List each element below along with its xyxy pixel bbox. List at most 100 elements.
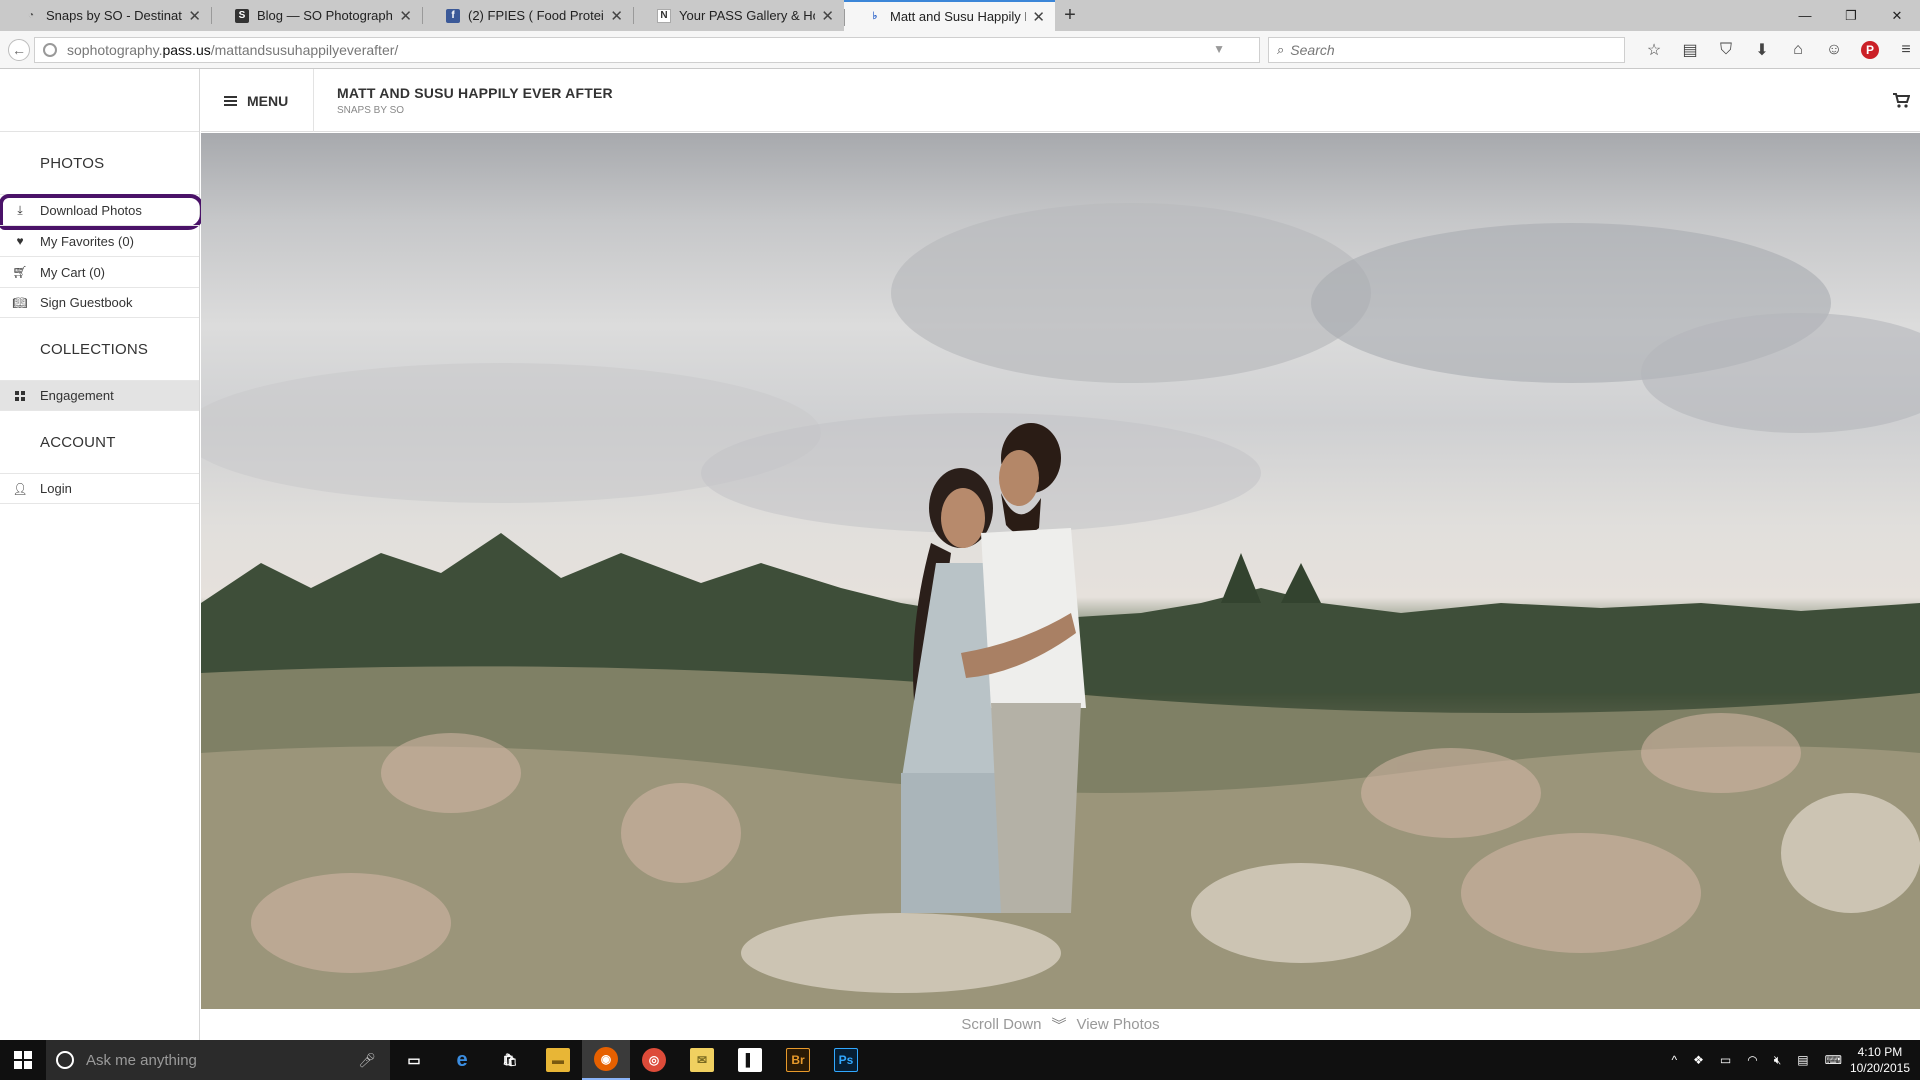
search-placeholder: Search (1290, 42, 1335, 58)
sidebar-item-label: Login (40, 481, 72, 496)
sidebar-item-engagement[interactable]: Engagement (0, 380, 199, 411)
toolbar-icons: ☆ ▤ ⛉ ⬇ ⌂ ☺ P ≡ (1636, 39, 1920, 61)
new-tab-button[interactable]: + (1055, 0, 1085, 31)
browser-tab-1[interactable]: ◔ Snaps by SO - Destination ... ✕ (0, 0, 211, 31)
windows-taskbar: Ask me anything 🎤︎ ▭ e 🛍︎ ▬ ◉ ◎ ✉ ▌ Br P… (0, 1040, 1920, 1080)
sidebar-header (0, 69, 199, 132)
task-view-button[interactable]: ▭ (390, 1040, 438, 1080)
close-icon[interactable]: ✕ (1032, 8, 1045, 26)
start-button[interactable] (0, 1040, 46, 1080)
hamburger-menu-icon[interactable]: ≡ (1888, 39, 1920, 61)
microphone-icon[interactable]: 🎤︎ (358, 1052, 376, 1069)
close-icon[interactable]: ✕ (399, 7, 412, 25)
account-menu: 👤︎ Login (0, 473, 199, 504)
reading-list-icon[interactable]: ▤ (1672, 39, 1708, 61)
download-arrow-icon[interactable]: ⬇ (1744, 39, 1780, 61)
close-icon[interactable]: ✕ (188, 7, 201, 25)
cover-photo (201, 133, 1920, 1009)
url-host: pass.us (162, 42, 211, 58)
cover-photo-illustration (201, 203, 1920, 1009)
menu-label: MENU (247, 92, 289, 109)
collections-section-title: COLLECTIONS (40, 340, 149, 358)
pass-app[interactable]: ▌ (726, 1040, 774, 1080)
url-prefix: sophotography. (67, 42, 163, 58)
browser-tab-2[interactable]: S Blog — SO Photography ✕ (211, 0, 422, 31)
store-app[interactable]: 🛍︎ (486, 1040, 534, 1080)
tab-title: Your PASS Gallery & How ... (679, 8, 815, 23)
store-icon: 🛍︎ (502, 1053, 518, 1067)
bridge-app[interactable]: Br (774, 1040, 822, 1080)
grid-icon (0, 380, 40, 411)
page-subtitle: SNAPS BY SO (337, 105, 405, 116)
cart-icon[interactable] (1892, 91, 1910, 109)
firefox-app[interactable]: ◉ (582, 1040, 630, 1080)
action-center-icon[interactable]: ▤ (1797, 1053, 1808, 1067)
heart-icon: ♥ (16, 234, 24, 248)
mail-app[interactable]: ✉ (678, 1040, 726, 1080)
sidebar-item-my-favorites[interactable]: ♥ My Favorites (0) (0, 225, 199, 256)
pass-icon: ♭ (872, 11, 878, 22)
dropbox-icon[interactable]: ❖ (1693, 1053, 1704, 1067)
bookmark-star-icon[interactable]: ☆ (1636, 39, 1672, 61)
close-icon[interactable]: ✕ (610, 7, 623, 25)
sidebar-item-label: Download Photos (40, 202, 142, 218)
wifi-icon[interactable]: ◠ (1747, 1053, 1757, 1067)
tab-title: Blog — SO Photography (257, 8, 394, 23)
sidebar-item-login[interactable]: 👤︎ Login (0, 473, 199, 504)
sidebar-item-my-cart[interactable]: 🛒︎ My Cart (0) (0, 256, 199, 287)
sidebar-item-download-photos[interactable]: ⤓ Download Photos (0, 194, 204, 230)
close-window-icon[interactable]: ✕ (1874, 0, 1920, 31)
browser-tab-strip: ◔ Snaps by SO - Destination ... ✕ S Blog… (0, 0, 1920, 31)
pass-icon: ▌ (738, 1048, 762, 1072)
cortana-search[interactable]: Ask me anything 🎤︎ (46, 1040, 390, 1080)
volume-muted-icon[interactable]: 🔇︎ (1774, 1053, 1782, 1068)
clock-date: 10/20/2015 (1849, 1061, 1910, 1075)
edge-app[interactable]: e (438, 1040, 486, 1080)
sidebar-item-sign-guestbook[interactable]: 📖︎ Sign Guestbook (0, 287, 199, 318)
view-photos-label: View Photos (1076, 1016, 1160, 1033)
cortana-icon (56, 1051, 74, 1069)
n-icon: N (657, 8, 671, 23)
sidebar-item-label: My Cart (0) (40, 264, 105, 280)
search-bar[interactable]: ⌕ Search (1268, 37, 1625, 63)
pocket-icon[interactable]: ⛉ (1708, 39, 1744, 61)
pinterest-icon[interactable]: P (1861, 41, 1879, 59)
hamburger-icon (224, 94, 237, 108)
task-view-icon: ▭ (407, 1051, 421, 1068)
home-icon[interactable]: ⌂ (1780, 39, 1816, 61)
browser-tab-3[interactable]: f (2) FPIES ( Food Protein In... ✕ (422, 0, 633, 31)
facebook-icon: f (446, 8, 460, 23)
back-arrow-icon[interactable]: ← (8, 38, 30, 61)
chat-icon[interactable]: ☺ (1816, 39, 1852, 61)
browser-tab-5-active[interactable]: ♭ Matt and Susu Happily Ev... ✕ (844, 0, 1055, 31)
restore-icon[interactable]: ❐ (1828, 0, 1874, 31)
photoshop-app[interactable]: Ps (822, 1040, 870, 1080)
battery-icon[interactable]: ▭ (1720, 1053, 1731, 1067)
sidebar-item-label: Sign Guestbook (40, 295, 133, 310)
book-icon: 📖︎ (12, 295, 28, 310)
scroll-down-label: Scroll Down (961, 1016, 1042, 1033)
clock[interactable]: 4:10 PM 10/20/2015 (1850, 1044, 1910, 1076)
close-icon[interactable]: ✕ (821, 7, 834, 25)
collections-menu: Engagement (0, 380, 199, 411)
chevron-up-icon[interactable]: ^ (1671, 1053, 1677, 1067)
file-explorer-app[interactable]: ▬ (534, 1040, 582, 1080)
url-bar[interactable]: sophotography. pass.us/mattandsusuhappily… (34, 37, 1283, 63)
window-controls: — ❐ ✕ (1782, 0, 1920, 31)
sidebar: PHOTOS ⤓ Download Photos ♥ My Favorites … (0, 69, 204, 1040)
dropdown-arrow-icon[interactable]: ▼ (1213, 42, 1225, 56)
download-icon: ⤓ (17, 202, 23, 217)
edge-icon: e (456, 1048, 468, 1071)
chrome-app[interactable]: ◎ (630, 1040, 678, 1080)
browser-toolbar: ← sophotography. pass.us/mattandsusuhappi… (0, 31, 1920, 69)
firefox-icon: ◉ (594, 1047, 618, 1071)
gallery-page: PHOTOS ⤓ Download Photos ♥ My Favorites … (0, 69, 1920, 1040)
camera-icon: ◔ (27, 10, 35, 21)
browser-tab-4[interactable]: N Your PASS Gallery & How ... ✕ (633, 0, 844, 31)
photoshop-icon: Ps (834, 1048, 858, 1072)
windows-icon (14, 1051, 32, 1069)
menu-button[interactable]: MENU (201, 69, 314, 132)
minimize-icon[interactable]: — (1782, 0, 1828, 31)
keyboard-icon[interactable]: ⌨ (1825, 1053, 1842, 1067)
scroll-down-bar[interactable]: Scroll Down ︾ View Photos (201, 1009, 1920, 1040)
